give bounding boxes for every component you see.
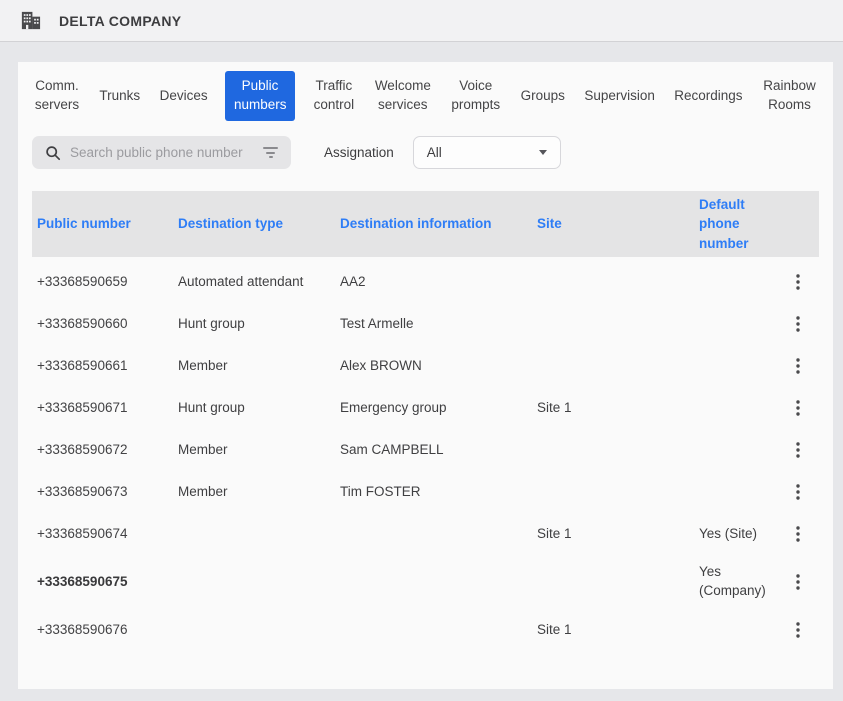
row-actions-kebab-button[interactable] (785, 617, 811, 643)
row-actions-kebab-button[interactable] (785, 269, 811, 295)
search-box[interactable] (32, 136, 291, 169)
row-actions-kebab-button[interactable] (785, 311, 811, 337)
cell-destination-information: Emergency group (340, 399, 537, 418)
row-actions-kebab-button[interactable] (785, 479, 811, 505)
filter-row: Assignation All (32, 136, 819, 169)
assignation-dropdown[interactable]: All (413, 136, 561, 169)
tab-voice-prompts[interactable]: Voice prompts (448, 77, 503, 115)
table-row: +33368590676 Site 1 (32, 609, 819, 651)
tab-traffic-control[interactable]: Traffic control (310, 77, 357, 115)
building-icon (19, 9, 42, 32)
assignation-selected-value: All (427, 145, 442, 160)
cell-public-number: +33368590660 (37, 315, 178, 334)
cell-public-number: +33368590659 (37, 273, 178, 292)
tab-groups[interactable]: Groups (519, 87, 567, 106)
cell-destination-type: Member (178, 357, 340, 376)
cell-destination-type: Automated attendant (178, 273, 340, 292)
table-body: +33368590659 Automated attendant AA2 +33… (32, 257, 819, 651)
cell-public-number: +33368590675 (37, 573, 178, 592)
cell-destination-information: Tim FOSTER (340, 483, 537, 502)
cell-site: Site 1 (537, 621, 699, 640)
tab-public-numbers[interactable]: Public numbers (225, 71, 295, 121)
tab-rainbow-rooms[interactable]: Rainbow Rooms (760, 77, 819, 115)
tab-recordings[interactable]: Recordings (672, 87, 744, 106)
cell-public-number: +33368590673 (37, 483, 178, 502)
cell-destination-information: Test Armelle (340, 315, 537, 334)
column-header-destination-information[interactable]: Destination information (340, 214, 537, 234)
column-header-public-number[interactable]: Public number (37, 214, 178, 234)
column-header-destination-type[interactable]: Destination type (178, 214, 340, 234)
cell-default-phone-number: Yes (Company) (699, 563, 784, 601)
assignation-label: Assignation (324, 145, 394, 160)
table-row: +33368590673 Member Tim FOSTER (32, 471, 819, 513)
table-row: +33368590659 Automated attendant AA2 (32, 261, 819, 303)
public-numbers-table: Public number Destination type Destinati… (32, 191, 819, 651)
table-row: +33368590660 Hunt group Test Armelle (32, 303, 819, 345)
tab-trunks[interactable]: Trunks (97, 87, 142, 106)
cell-destination-information: AA2 (340, 273, 537, 292)
cell-default-phone-number: Yes (Site) (699, 525, 784, 544)
row-actions-kebab-button[interactable] (785, 437, 811, 463)
table-row: +33368590675 Yes (Company) (32, 555, 819, 609)
tab-comm-servers[interactable]: Comm. servers (32, 77, 82, 115)
cell-site: Site 1 (537, 525, 699, 544)
table-row: +33368590672 Member Sam CAMPBELL (32, 429, 819, 471)
row-actions-kebab-button[interactable] (785, 395, 811, 421)
cell-destination-information: Alex BROWN (340, 357, 537, 376)
tab-devices[interactable]: Devices (158, 87, 210, 106)
row-actions-kebab-button[interactable] (785, 521, 811, 547)
cell-destination-type: Hunt group (178, 399, 340, 418)
cell-destination-type: Member (178, 483, 340, 502)
row-actions-kebab-button[interactable] (785, 569, 811, 595)
content-card: Comm. servers Trunks Devices Public numb… (18, 62, 833, 689)
cell-public-number: +33368590676 (37, 621, 178, 640)
chevron-down-icon (539, 150, 547, 155)
cell-public-number: +33368590661 (37, 357, 178, 376)
cell-site: Site 1 (537, 399, 699, 418)
cell-destination-type: Member (178, 441, 340, 460)
search-input[interactable] (70, 145, 254, 160)
table-row: +33368590671 Hunt group Emergency group … (32, 387, 819, 429)
cell-destination-type: Hunt group (178, 315, 340, 334)
search-icon (45, 145, 61, 161)
company-title: DELTA COMPANY (59, 13, 181, 29)
cell-public-number: +33368590671 (37, 399, 178, 418)
cell-public-number: +33368590672 (37, 441, 178, 460)
topbar: DELTA COMPANY (0, 0, 843, 42)
tab-supervision[interactable]: Supervision (582, 87, 657, 106)
tab-welcome-services[interactable]: Welcome services (373, 77, 433, 115)
column-header-site[interactable]: Site (537, 214, 699, 234)
table-row: +33368590674 Site 1 Yes (Site) (32, 513, 819, 555)
table-row: +33368590661 Member Alex BROWN (32, 345, 819, 387)
table-header-row: Public number Destination type Destinati… (32, 191, 819, 257)
filter-icon[interactable] (263, 147, 278, 158)
tab-bar: Comm. servers Trunks Devices Public numb… (32, 72, 819, 120)
row-actions-kebab-button[interactable] (785, 353, 811, 379)
cell-destination-information: Sam CAMPBELL (340, 441, 537, 460)
column-header-default-phone-number[interactable]: Default phone number (699, 195, 784, 254)
cell-public-number: +33368590674 (37, 525, 178, 544)
